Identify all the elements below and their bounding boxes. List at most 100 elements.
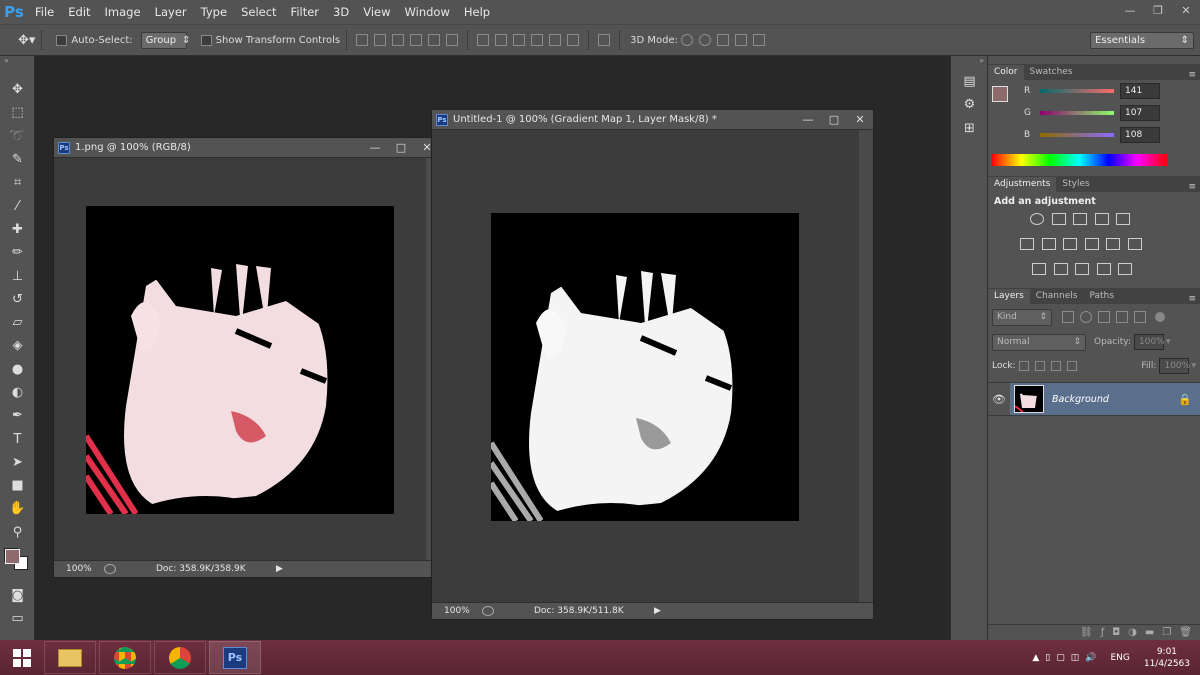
document-2-close-button[interactable]: ✕ [847,112,873,128]
color-lookup-icon[interactable] [1127,238,1142,250]
align-hcenter-icon[interactable] [428,34,441,46]
tab-channels[interactable]: Channels [1030,289,1084,304]
auto-select-dropdown[interactable]: Group ⇕ [140,31,191,49]
filter-smart-object-icon[interactable] [1134,311,1146,323]
hue-saturation-icon[interactable] [1020,238,1034,250]
info-panel-icon[interactable]: ⊞ [951,117,988,140]
filter-shape-icon[interactable] [1116,311,1128,323]
tab-styles[interactable]: Styles [1056,177,1095,192]
gradient-map-icon[interactable] [1096,263,1111,275]
chrome-taskbar-button-1[interactable] [99,641,151,674]
menu-layer[interactable]: Layer [148,0,194,24]
status-info-icon[interactable] [104,564,116,574]
blur-tool-icon[interactable]: ● [0,358,35,381]
file-explorer-taskbar-button[interactable] [44,641,96,674]
distribute-bottom-icon[interactable] [513,34,526,46]
opacity-value[interactable]: 100% [1134,334,1165,350]
windows-start-button[interactable] [0,640,44,675]
clone-stamp-tool-icon[interactable]: ⊥ [0,264,35,287]
clock[interactable]: 9:01 11/4/2563 [1144,646,1190,670]
document-1-canvas[interactable] [86,206,394,514]
new-adjustment-icon[interactable]: ◑ [1128,627,1137,638]
document-1-maximize-button[interactable]: □ [388,140,414,156]
healing-brush-tool-icon[interactable]: ✚ [0,218,35,241]
3d-rotate-icon[interactable] [680,34,693,46]
lasso-tool-icon[interactable]: ➰ [0,125,35,148]
channel-mixer-icon[interactable] [1106,238,1120,250]
auto-align-icon[interactable] [598,34,611,46]
collapse-icon[interactable]: » [951,56,987,70]
panel-menu-icon[interactable]: ≡ [1188,182,1200,192]
tab-swatches[interactable]: Swatches [1024,65,1079,80]
distribute-hcenter-icon[interactable] [549,34,562,46]
menu-select[interactable]: Select [234,0,283,24]
align-right-icon[interactable] [446,34,459,46]
lock-image-icon[interactable] [1034,361,1045,371]
show-hidden-icons-icon[interactable]: ▲ [1032,653,1039,663]
status-menu-arrow-icon[interactable]: ▶ [654,606,661,616]
tab-color[interactable]: Color [988,65,1024,80]
panel-menu-icon[interactable]: ≡ [1188,70,1200,80]
type-tool-icon[interactable]: T [0,427,35,450]
status-info-icon[interactable] [482,606,494,616]
vibrance-icon[interactable] [1116,213,1130,225]
zoom-tool-icon[interactable]: ⚲ [0,521,35,544]
eye-icon[interactable]: 👁 [988,393,1010,406]
dodge-tool-icon[interactable]: ◐ [0,381,35,404]
3d-slide-icon[interactable] [734,34,747,46]
chrome-taskbar-button-2[interactable] [154,641,206,674]
invert-icon[interactable] [1032,263,1046,275]
color-spectrum-ramp[interactable] [992,154,1167,166]
eraser-tool-icon[interactable]: ▱ [0,311,35,334]
document-2-zoom[interactable]: 100% [444,606,482,616]
fill-value[interactable]: 100% [1159,358,1190,374]
filter-pixel-icon[interactable] [1062,311,1074,323]
language-indicator[interactable]: ENG [1110,653,1129,663]
hand-tool-icon[interactable]: ✋ [0,497,35,520]
new-group-icon[interactable]: ▬ [1145,627,1154,638]
menu-file[interactable]: File [28,0,61,24]
document-1-title-bar[interactable]: Ps 1.png @ 100% (RGB/8) — □ ✕ [54,138,440,158]
battery-icon[interactable]: ▯ [1045,653,1050,663]
document-1-minimize-button[interactable]: — [362,140,388,156]
lock-all-icon[interactable] [1066,361,1077,371]
menu-help[interactable]: Help [457,0,497,24]
3d-scale-icon[interactable] [752,34,765,46]
history-brush-tool-icon[interactable]: ↺ [0,288,35,311]
layer-row-background[interactable]: 👁 Background 🔒 [988,382,1200,416]
minimize-button[interactable]: — [1116,0,1144,20]
transform-controls-checkbox[interactable] [200,34,212,46]
green-slider[interactable] [1040,111,1114,115]
document-1-zoom[interactable]: 100% [66,564,104,574]
network-icon[interactable]: ◫ [1071,653,1080,663]
photoshop-taskbar-button[interactable]: Ps [209,641,261,674]
tab-paths[interactable]: Paths [1083,289,1119,304]
distribute-left-icon[interactable] [531,34,544,46]
menu-edit[interactable]: Edit [61,0,97,24]
menu-type[interactable]: Type [194,0,234,24]
distribute-top-icon[interactable] [477,34,490,46]
paint-bucket-tool-icon[interactable]: ◈ [0,334,35,357]
filter-adjustment-icon[interactable] [1080,311,1092,323]
align-top-icon[interactable] [356,34,369,46]
tab-layers[interactable]: Layers [988,289,1030,304]
brush-tool-icon[interactable]: ✏ [0,241,35,264]
blue-slider[interactable] [1040,133,1114,137]
black-white-icon[interactable] [1063,238,1077,250]
add-mask-icon[interactable]: ◘ [1112,627,1120,638]
red-value[interactable]: 141 [1120,83,1160,99]
photo-filter-icon[interactable] [1084,238,1099,250]
3d-pan-icon[interactable] [716,34,729,46]
selective-color-icon[interactable] [1118,263,1132,275]
history-panel-icon[interactable]: ▤ [951,70,988,93]
green-value[interactable]: 107 [1120,105,1160,121]
align-vcenter-icon[interactable] [374,34,387,46]
tab-adjustments[interactable]: Adjustments [988,177,1057,192]
move-tool-preset-icon[interactable]: ✥▾ [18,33,35,48]
fill-dropdown-icon[interactable]: ▾ [1191,361,1196,371]
opacity-dropdown-icon[interactable]: ▾ [1166,337,1171,347]
color-balance-icon[interactable] [1041,238,1056,250]
align-left-icon[interactable] [410,34,423,46]
lock-transparent-icon[interactable] [1018,361,1029,371]
red-slider[interactable] [1040,89,1114,93]
